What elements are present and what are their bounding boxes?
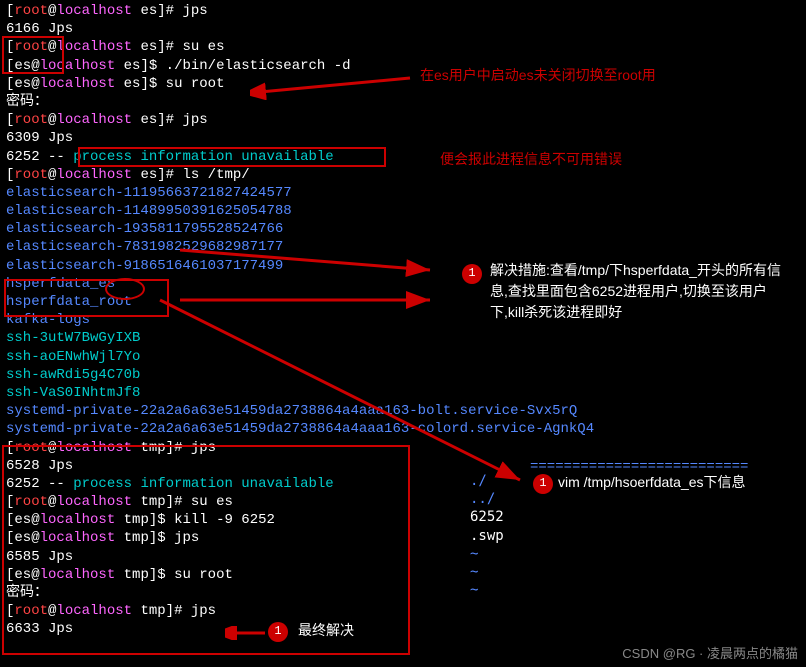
terminal-line: [root@localhost tmp]# jps [6, 602, 800, 620]
terminal-line: [root@localhost es]# jps [6, 2, 800, 20]
terminal-line: 6166 Jps [6, 20, 800, 38]
badge-1b: 1 [533, 474, 553, 494]
annotation-1: 在es用户中启动es未关闭切换至root用 [420, 66, 656, 84]
terminal-line: [es@localhost es]$ ./bin/elasticsearch -… [6, 57, 800, 75]
vim-panel: ./ ../ 6252 .swp ~ ~ ~ [470, 472, 504, 599]
terminal-line: [es@localhost tmp]$ su root [6, 566, 800, 584]
terminal-line: ssh-aoENwhWjl7Yo [6, 348, 800, 366]
terminal-line: 6252 -- process information unavailable [6, 148, 800, 166]
annotation-5: 最终解决 [298, 620, 354, 641]
terminal-line: 密码： [6, 584, 800, 602]
badge-1a: 1 [462, 264, 482, 284]
terminal-line: elasticsearch-7831982529682987177 [6, 238, 800, 256]
terminal-line: [root@localhost es]# jps [6, 111, 800, 129]
annotation-2: 便会报此进程信息不可用错误 [440, 150, 622, 168]
annotation-3: 解决措施:查看/tmp/下hsperfdata_开头的所有信息,查找里面包含62… [490, 260, 790, 323]
badge-1c: 1 [268, 622, 288, 642]
terminal-line: [es@localhost tmp]$ jps [6, 529, 800, 547]
terminal-line: elasticsearch-11489950391625054788 [6, 202, 800, 220]
terminal-line: [es@localhost tmp]$ kill -9 6252 [6, 511, 800, 529]
terminal-line: [root@localhost es]# su es [6, 38, 800, 56]
terminal-line: [es@localhost es]$ su root [6, 75, 800, 93]
terminal-line: systemd-private-22a2a6a63e51459da2738864… [6, 402, 800, 420]
terminal-line: 密码： [6, 93, 800, 111]
terminal-line: [root@localhost es]# ls /tmp/ [6, 166, 800, 184]
vim-separator: ========================== [530, 458, 748, 476]
terminal-line: systemd-private-22a2a6a63e51459da2738864… [6, 420, 800, 438]
watermark: CSDN @RG · 凌晨两点的橘猫 [622, 646, 798, 663]
terminal-line: [root@localhost tmp]# su es [6, 493, 800, 511]
terminal-line: elasticsearch-11195663721827424577 [6, 184, 800, 202]
terminal-line: elasticsearch-1935811795528524766 [6, 220, 800, 238]
terminal-line: ssh-awRdi5g4C70b [6, 366, 800, 384]
terminal-line: [root@localhost tmp]# jps [6, 439, 800, 457]
terminal-line: ssh-3utW7BwGyIXB [6, 329, 800, 347]
terminal-line: 6309 Jps [6, 129, 800, 147]
terminal-line: 6585 Jps [6, 548, 800, 566]
terminal-line: 6633 Jps [6, 620, 800, 638]
terminal-line: ssh-VaS0INhtmJf8 [6, 384, 800, 402]
